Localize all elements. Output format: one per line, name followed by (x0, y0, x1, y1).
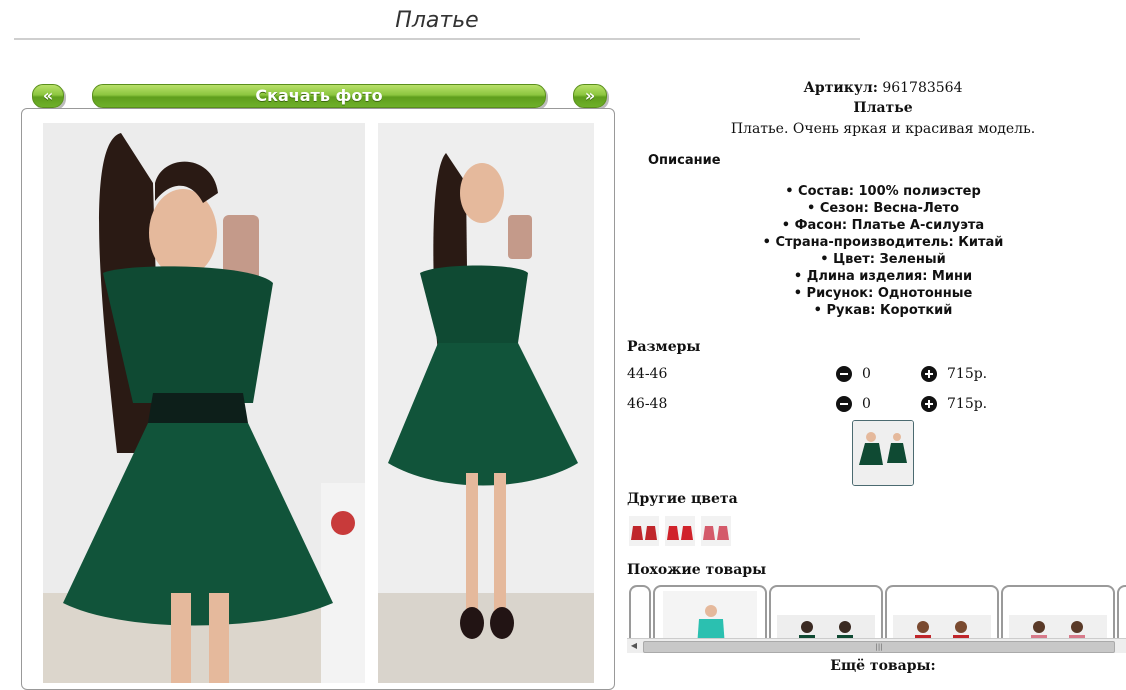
article-line: Артикул: 961783564 (627, 80, 1126, 96)
similar-product-card[interactable] (769, 585, 883, 645)
decrease-quantity-icon[interactable] (836, 396, 852, 412)
size-row: 46-48 0 715р. (627, 394, 1126, 414)
size-price: 715р. (947, 366, 988, 382)
product-thumbnail[interactable] (852, 420, 914, 486)
list-item: Сезон: Весна-Лето (627, 200, 1126, 217)
prev-photo-button[interactable]: « (32, 84, 64, 108)
description-heading: Описание (648, 153, 721, 168)
article-label: Артикул: (803, 80, 878, 96)
next-photo-button[interactable]: » (573, 84, 607, 108)
size-price: 715р. (947, 396, 988, 412)
decrease-quantity-icon[interactable] (836, 366, 852, 382)
color-swatch-red[interactable] (629, 516, 659, 546)
list-item: Длина изделия: Мини (627, 268, 1126, 285)
similar-product-card[interactable] (629, 585, 651, 645)
list-item: Состав: 100% полиэстер (627, 183, 1126, 200)
article-number: 961783564 (882, 80, 963, 96)
size-row: 44-46 0 715р. (627, 364, 1126, 384)
color-swatch-red-2[interactable] (665, 516, 695, 546)
color-swatch-pink[interactable] (701, 516, 731, 546)
carousel-scrollbar[interactable]: ◀ ||| (627, 638, 1126, 653)
scrollbar-thumb[interactable]: ||| (643, 641, 1115, 653)
sizes-heading: Размеры (627, 339, 701, 355)
similar-products-heading: Похожие товары (627, 562, 767, 578)
download-photo-button[interactable]: Скачать фото (92, 84, 546, 108)
list-item: Страна-производитель: Китай (627, 234, 1126, 251)
product-short-description: Платье. Очень яркая и красивая модель. (730, 121, 1036, 137)
scroll-left-icon[interactable]: ◀ (627, 639, 641, 653)
quantity-value: 0 (862, 366, 871, 382)
other-colors-heading: Другие цвета (627, 491, 738, 507)
list-item: Рукав: Короткий (627, 302, 1126, 319)
title-divider (14, 38, 860, 40)
list-item: Рисунок: Однотонные (627, 285, 1126, 302)
photo-gallery (21, 108, 615, 690)
more-products-link[interactable]: Ещё товары: (627, 658, 1126, 674)
product-name: Платье (853, 100, 913, 116)
increase-quantity-icon[interactable] (921, 366, 937, 382)
increase-quantity-icon[interactable] (921, 396, 937, 412)
similar-product-card[interactable] (653, 585, 767, 645)
page-title: Платье (395, 8, 479, 33)
similar-product-card[interactable] (1117, 585, 1126, 645)
similar-product-card[interactable] (1001, 585, 1115, 645)
similar-product-card[interactable] (885, 585, 999, 645)
grip-icon: ||| (875, 643, 883, 651)
product-photo-front[interactable] (43, 123, 365, 683)
size-label: 46-48 (627, 396, 668, 412)
quantity-value: 0 (862, 396, 871, 412)
property-list: Состав: 100% полиэстер Сезон: Весна-Лето… (627, 183, 1126, 319)
size-label: 44-46 (627, 366, 668, 382)
similar-products-carousel (627, 585, 1126, 645)
list-item: Фасон: Платье А-силуэта (627, 217, 1126, 234)
product-photo-full[interactable] (378, 123, 594, 683)
list-item: Цвет: Зеленый (627, 251, 1126, 268)
